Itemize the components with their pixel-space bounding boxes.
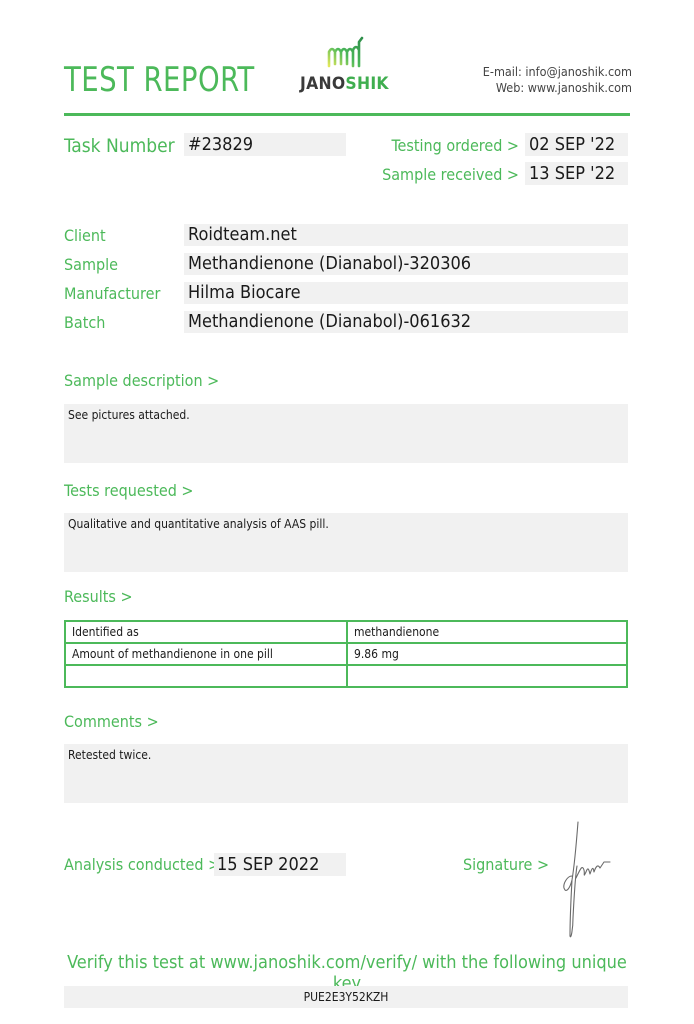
result-value-cell: methandienone [346,620,628,644]
janoshik-logo: JANOSHIK [298,36,398,96]
analysis-conducted-value: 15 SEP 2022 [214,853,346,876]
signature-label: Signature > [463,855,550,874]
table-row: Identified as methandienone [64,620,628,644]
task-number-label: Task Number [64,135,175,157]
contact-web[interactable]: Web: www.janoshik.com [483,80,632,96]
result-label-cell: Amount of methandienone in one pill [64,642,348,666]
comments-heading: Comments > [64,712,159,731]
batch-label: Batch [64,313,106,332]
contact-info: E-mail: info@janoshik.com Web: www.janos… [483,64,632,96]
results-heading: Results > [64,587,133,606]
result-label-cell [64,664,348,688]
table-row [64,664,628,688]
testing-ordered-label: Testing ordered > [391,136,519,155]
logo-wordmark: JANOSHIK [300,74,389,94]
sample-received-label: Sample received > [382,165,519,184]
report-title: TEST REPORT [64,60,255,100]
results-table: Identified as methandienone Amount of me… [64,620,628,688]
sample-description-box: See pictures attached. [64,404,628,463]
header-divider [64,113,630,116]
testing-ordered-value: 02 SEP '22 [525,133,628,156]
logo-wordmark-green: SHIK [345,74,389,94]
result-label-cell: Identified as [64,620,348,644]
unique-verification-key: PUE2E3Y52KZH [64,986,628,1008]
sample-label: Sample [64,255,118,274]
task-number-value: #23829 [184,133,346,156]
result-value-cell: 9.86 mg [346,642,628,666]
client-value: Roidteam.net [184,224,628,246]
analysis-conducted-label: Analysis conducted > [64,855,221,874]
table-row: Amount of methandienone in one pill 9.86… [64,642,628,666]
logo-wordmark-dark: JANO [300,74,346,94]
batch-value: Methandienone (Dianabol)-061632 [184,311,628,333]
client-label: Client [64,226,106,245]
manufacturer-value: Hilma Biocare [184,282,628,304]
tests-requested-box: Qualitative and quantitative analysis of… [64,513,628,572]
manufacturer-label: Manufacturer [64,284,161,303]
comments-box: Retested twice. [64,744,628,803]
contact-email[interactable]: E-mail: info@janoshik.com [483,64,632,80]
result-value-cell [346,664,628,688]
sample-value: Methandienone (Dianabol)-320306 [184,253,628,275]
tests-requested-heading: Tests requested > [64,481,194,500]
sample-received-value: 13 SEP '22 [525,162,628,185]
handwritten-signature-icon [563,821,611,938]
janoshik-chart-logo-icon [327,36,364,68]
sample-description-heading: Sample description > [64,371,220,390]
